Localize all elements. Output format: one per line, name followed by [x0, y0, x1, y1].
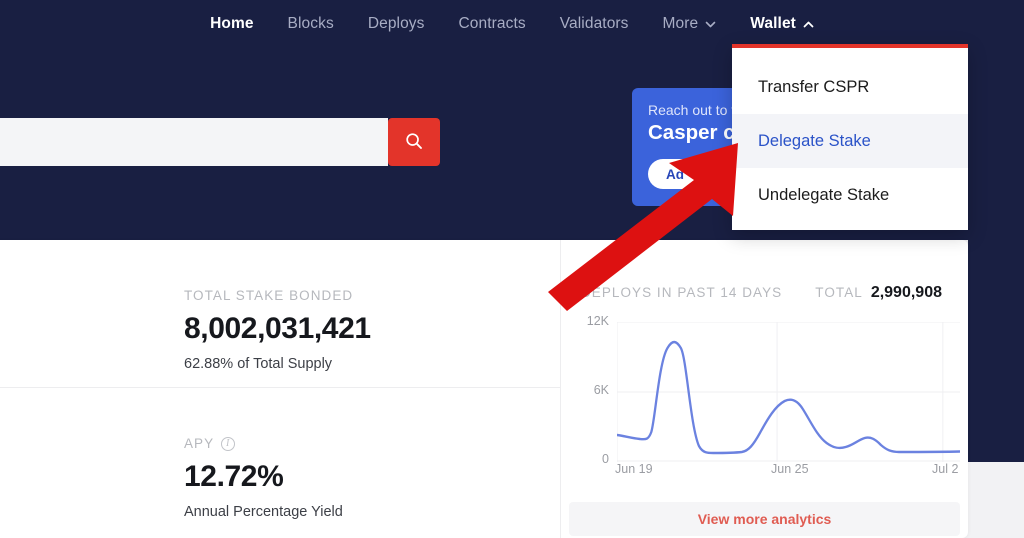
stat-label: RRENT VALIDATORS [0, 288, 140, 303]
nav-item-label: More [662, 15, 699, 32]
stat-circulating-supply: CULATING SUPPLY ,129,917,403 % of 12,725… [0, 388, 140, 536]
stats-grid: RRENT VALIDATORS 00 active bids TOTAL ST… [0, 240, 560, 538]
stat-label-text: TOTAL STAKE BONDED [184, 288, 354, 303]
search-input[interactable] [0, 118, 388, 166]
x-axis-tick: Jul 2 [932, 462, 959, 476]
stat-label: CULATING SUPPLY [0, 436, 140, 451]
promo-cta-button[interactable]: Ad [648, 159, 702, 189]
chart-total-label: TOTAL [815, 285, 863, 300]
deploys-chart-panel: DEPLOYS IN PAST 14 DAYS TOTAL 2,990,908 … [560, 240, 968, 538]
search-button[interactable] [388, 118, 440, 166]
search-icon [404, 131, 424, 154]
chevron-down-icon [705, 19, 716, 30]
y-axis-tick: 6K [593, 383, 609, 397]
nav-item-contracts[interactable]: Contracts [457, 11, 528, 37]
stat-subtext: 62.88% of Total Supply [184, 356, 333, 372]
info-icon[interactable]: i [221, 436, 236, 451]
y-axis-tick: 0 [602, 452, 609, 466]
chart-plot-area: 12K 6K 0 Jun 19 Jun 25 Jul 2 [575, 314, 960, 478]
nav-item-deploys[interactable]: Deploys [366, 11, 427, 37]
chart-line-svg [617, 322, 960, 462]
dropdown-item-label: Delegate Stake [758, 131, 871, 150]
nav-item-label: Wallet [750, 15, 796, 32]
stat-subtext: active bids [0, 356, 140, 372]
page-root: Home Blocks Deploys Contracts Validators… [0, 0, 1024, 538]
dropdown-item-delegate-stake[interactable]: Delegate Stake [732, 114, 968, 168]
nav-item-validators[interactable]: Validators [558, 11, 631, 37]
stat-label: TOTAL STAKE BONDED [184, 288, 560, 303]
stat-value: 8,002,031,421 [184, 312, 371, 345]
stat-total-stake-bonded: TOTAL STAKE BONDED 8,002,031,421 62.88% … [140, 240, 560, 387]
stats-row-top: RRENT VALIDATORS 00 active bids TOTAL ST… [0, 240, 560, 388]
chart-total: TOTAL 2,990,908 [815, 284, 942, 302]
y-axis-tick: 12K [586, 314, 609, 328]
stat-subtext: % of 12,725,737,129 Total [0, 504, 140, 520]
stat-current-validators: RRENT VALIDATORS 00 active bids [0, 240, 140, 387]
nav-item-home[interactable]: Home [208, 11, 255, 37]
header-background-right [968, 0, 1024, 462]
stat-value: 12.72% [184, 460, 284, 493]
stat-apy: APY i 12.72% Annual Percentage Yield [140, 388, 560, 536]
stat-value: ,129,917,403 [0, 460, 140, 494]
view-more-analytics-link[interactable]: View more analytics [569, 502, 960, 536]
stat-subtext: Annual Percentage Yield [184, 504, 343, 520]
stats-row-bottom: CULATING SUPPLY ,129,917,403 % of 12,725… [0, 388, 560, 536]
nav-item-label: Home [210, 15, 254, 32]
nav-item-label: Blocks [287, 15, 334, 32]
search-bar [0, 118, 440, 166]
stat-label-text: APY [184, 436, 215, 451]
chart-total-value: 2,990,908 [870, 284, 942, 301]
chart-header: DEPLOYS IN PAST 14 DAYS TOTAL 2,990,908 [575, 284, 946, 302]
x-axis-tick: Jun 25 [771, 462, 809, 476]
nav-item-blocks[interactable]: Blocks [286, 11, 336, 37]
nav-item-more[interactable]: More [661, 11, 719, 37]
dropdown-item-label: Transfer CSPR [758, 77, 870, 96]
nav-item-label: Deploys [367, 15, 425, 32]
nav-item-wallet[interactable]: Wallet [748, 11, 816, 37]
x-axis-tick: Jun 19 [615, 462, 653, 476]
dropdown-item-transfer-cspr[interactable]: Transfer CSPR [732, 60, 968, 114]
stat-value: 00 [0, 312, 140, 346]
dropdown-item-label: Undelegate Stake [758, 185, 890, 204]
wallet-dropdown-menu: Transfer CSPR Delegate Stake Undelegate … [732, 44, 968, 230]
nav-item-label: Validators [559, 15, 629, 32]
dashboard-card: RRENT VALIDATORS 00 active bids TOTAL ST… [0, 240, 968, 538]
dropdown-item-undelegate-stake[interactable]: Undelegate Stake [732, 168, 968, 222]
stat-label: APY i [184, 436, 560, 451]
chart-title: DEPLOYS IN PAST 14 DAYS [581, 285, 783, 300]
nav-item-label: Contracts [458, 15, 526, 32]
chevron-up-icon [803, 19, 814, 30]
main-navigation: Home Blocks Deploys Contracts Validators… [0, 0, 1024, 48]
